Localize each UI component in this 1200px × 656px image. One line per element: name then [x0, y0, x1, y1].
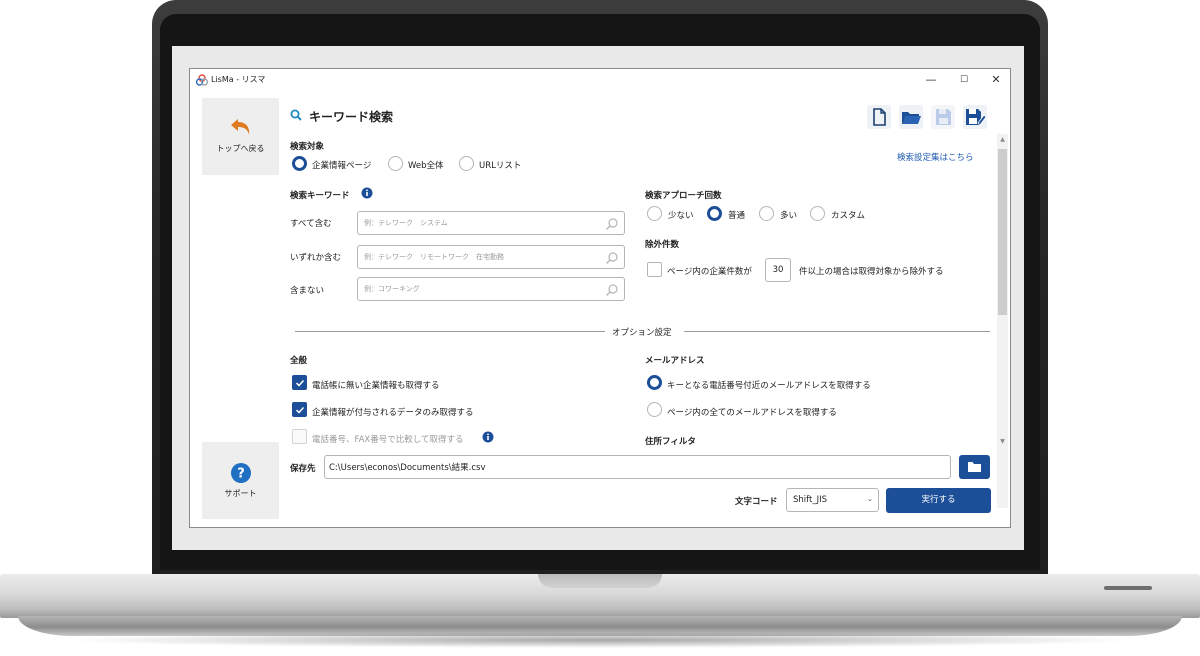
save-disabled-icon — [931, 105, 955, 129]
keyword-all-input[interactable] — [364, 215, 594, 231]
lisma-logo-icon — [196, 74, 208, 86]
radio-email-near-phone[interactable] — [647, 375, 662, 390]
radio-email-all-label: ページ内の全てのメールアドレスを取得する — [667, 408, 837, 418]
scrollbar-thumb[interactable] — [998, 149, 1007, 315]
close-button[interactable]: ✕ — [982, 71, 1010, 89]
radio-approach-few[interactable] — [647, 206, 662, 221]
keyword-all-input-box[interactable] — [357, 211, 625, 235]
radio-company-page[interactable] — [292, 156, 307, 171]
info-icon[interactable] — [482, 431, 494, 443]
minimize-button[interactable]: — — [917, 71, 945, 89]
save-path-box[interactable] — [324, 455, 951, 479]
chevron-down-icon: ⌄ — [867, 495, 873, 503]
check-icon — [295, 379, 305, 387]
search-icon — [606, 252, 618, 264]
back-label: トップへ戻る — [216, 144, 265, 153]
exclusion-suffix: 件以上の場合は取得対象から除外する — [799, 267, 944, 277]
keyword-exclude-input[interactable] — [364, 281, 594, 297]
scroll-up-arrow[interactable]: ▲ — [998, 135, 1007, 144]
radio-approach-many[interactable] — [759, 206, 774, 221]
radio-approach-many-label: 多い — [780, 211, 798, 221]
radio-url-list-label: URLリスト — [479, 161, 522, 171]
radio-approach-custom[interactable] — [810, 206, 825, 221]
radio-approach-normal-label: 普通 — [728, 211, 746, 221]
support-button[interactable]: ? サポート — [202, 442, 279, 519]
open-folder-icon[interactable] — [899, 105, 923, 129]
run-button[interactable]: 実行する — [886, 488, 991, 513]
radio-email-all[interactable] — [647, 402, 662, 417]
exclusion-prefix: ページ内の企業件数が — [667, 267, 752, 277]
laptop-shadow — [60, 632, 1140, 648]
scroll-down-arrow[interactable]: ▼ — [998, 437, 1007, 446]
radio-url-list[interactable] — [459, 156, 474, 171]
app-window: LisMa - リスマ — ☐ ✕ トップへ戻る ? サポート キーワード検索 … — [189, 68, 1011, 528]
keyword-exclude-input-box[interactable] — [357, 277, 625, 301]
browse-folder-button[interactable] — [959, 455, 990, 479]
keyword-any-label: いずれか含む — [290, 253, 342, 263]
maximize-button[interactable]: ☐ — [950, 71, 978, 89]
window-title: LisMa - リスマ — [211, 75, 266, 84]
keyword-all-label: すべて含む — [290, 219, 332, 229]
radio-approach-few-label: 少ない — [668, 211, 694, 221]
keyword-exclude-label: 含まない — [290, 286, 325, 296]
options-divider-right — [684, 331, 990, 332]
search-icon — [290, 109, 302, 121]
back-to-top-button[interactable]: トップへ戻る — [202, 98, 279, 175]
new-file-icon[interactable] — [867, 105, 891, 129]
back-arrow-icon — [231, 119, 250, 135]
general-option-3-label: 電話番号、FAX番号で比較して取得する — [312, 435, 464, 445]
laptop-notch — [538, 574, 662, 588]
radio-whole-web-label: Web全体 — [408, 161, 444, 171]
general-option-2-label: 企業情報が付与されるデータのみ取得する — [312, 408, 474, 418]
approach-heading: 検索アプローチ回数 — [645, 191, 722, 201]
keyword-any-input[interactable] — [364, 249, 594, 265]
general-option-3-checkbox[interactable] — [292, 429, 307, 444]
save-path-input[interactable] — [329, 459, 929, 475]
laptop-scene: LisMa - リスマ — ☐ ✕ トップへ戻る ? サポート キーワード検索 … — [0, 0, 1200, 656]
radio-whole-web[interactable] — [388, 156, 403, 171]
save-path-label: 保存先 — [290, 464, 316, 474]
general-option-1-checkbox[interactable] — [292, 375, 307, 390]
search-target-heading: 検索対象 — [290, 142, 325, 152]
save-as-icon[interactable] — [963, 105, 987, 129]
general-heading: 全般 — [290, 356, 308, 366]
search-icon — [606, 284, 618, 296]
exclusion-heading: 除外件数 — [645, 240, 680, 250]
exclusion-count-input[interactable]: 30 — [765, 258, 791, 282]
encoding-label: 文字コード — [735, 497, 778, 507]
radio-company-page-label: 企業情報ページ — [312, 161, 372, 171]
search-icon — [606, 218, 618, 230]
settings-collection-link[interactable]: 検索設定集はこちら — [897, 151, 974, 163]
info-icon[interactable] — [361, 187, 373, 199]
folder-icon — [968, 462, 981, 472]
support-label: サポート — [224, 489, 257, 498]
page-title: キーワード検索 — [309, 110, 394, 124]
address-filter-heading: 住所フィルタ — [645, 437, 696, 447]
exclusion-checkbox[interactable] — [647, 262, 662, 277]
encoding-select[interactable]: Shift_JIS ⌄ — [786, 488, 879, 512]
encoding-value: Shift_JIS — [793, 495, 827, 505]
general-option-1-label: 電話帳に無い企業情報も取得する — [312, 381, 440, 391]
options-divider-label: オプション設定 — [612, 328, 672, 338]
options-divider-left — [295, 331, 605, 332]
svg-text:?: ? — [237, 467, 245, 482]
check-icon — [295, 406, 305, 414]
help-icon: ? — [231, 463, 251, 483]
keyword-heading: 検索キーワード — [290, 191, 350, 201]
keyword-any-input-box[interactable] — [357, 245, 625, 269]
general-option-2-checkbox[interactable] — [292, 402, 307, 417]
email-heading: メールアドレス — [645, 356, 705, 366]
laptop-led — [1104, 586, 1152, 590]
radio-email-near-phone-label: キーとなる電話番号付近のメールアドレスを取得する — [667, 381, 871, 391]
title-bar: LisMa - リスマ — ☐ ✕ — [190, 69, 1010, 91]
radio-approach-normal[interactable] — [707, 206, 722, 221]
radio-approach-custom-label: カスタム — [831, 211, 866, 221]
